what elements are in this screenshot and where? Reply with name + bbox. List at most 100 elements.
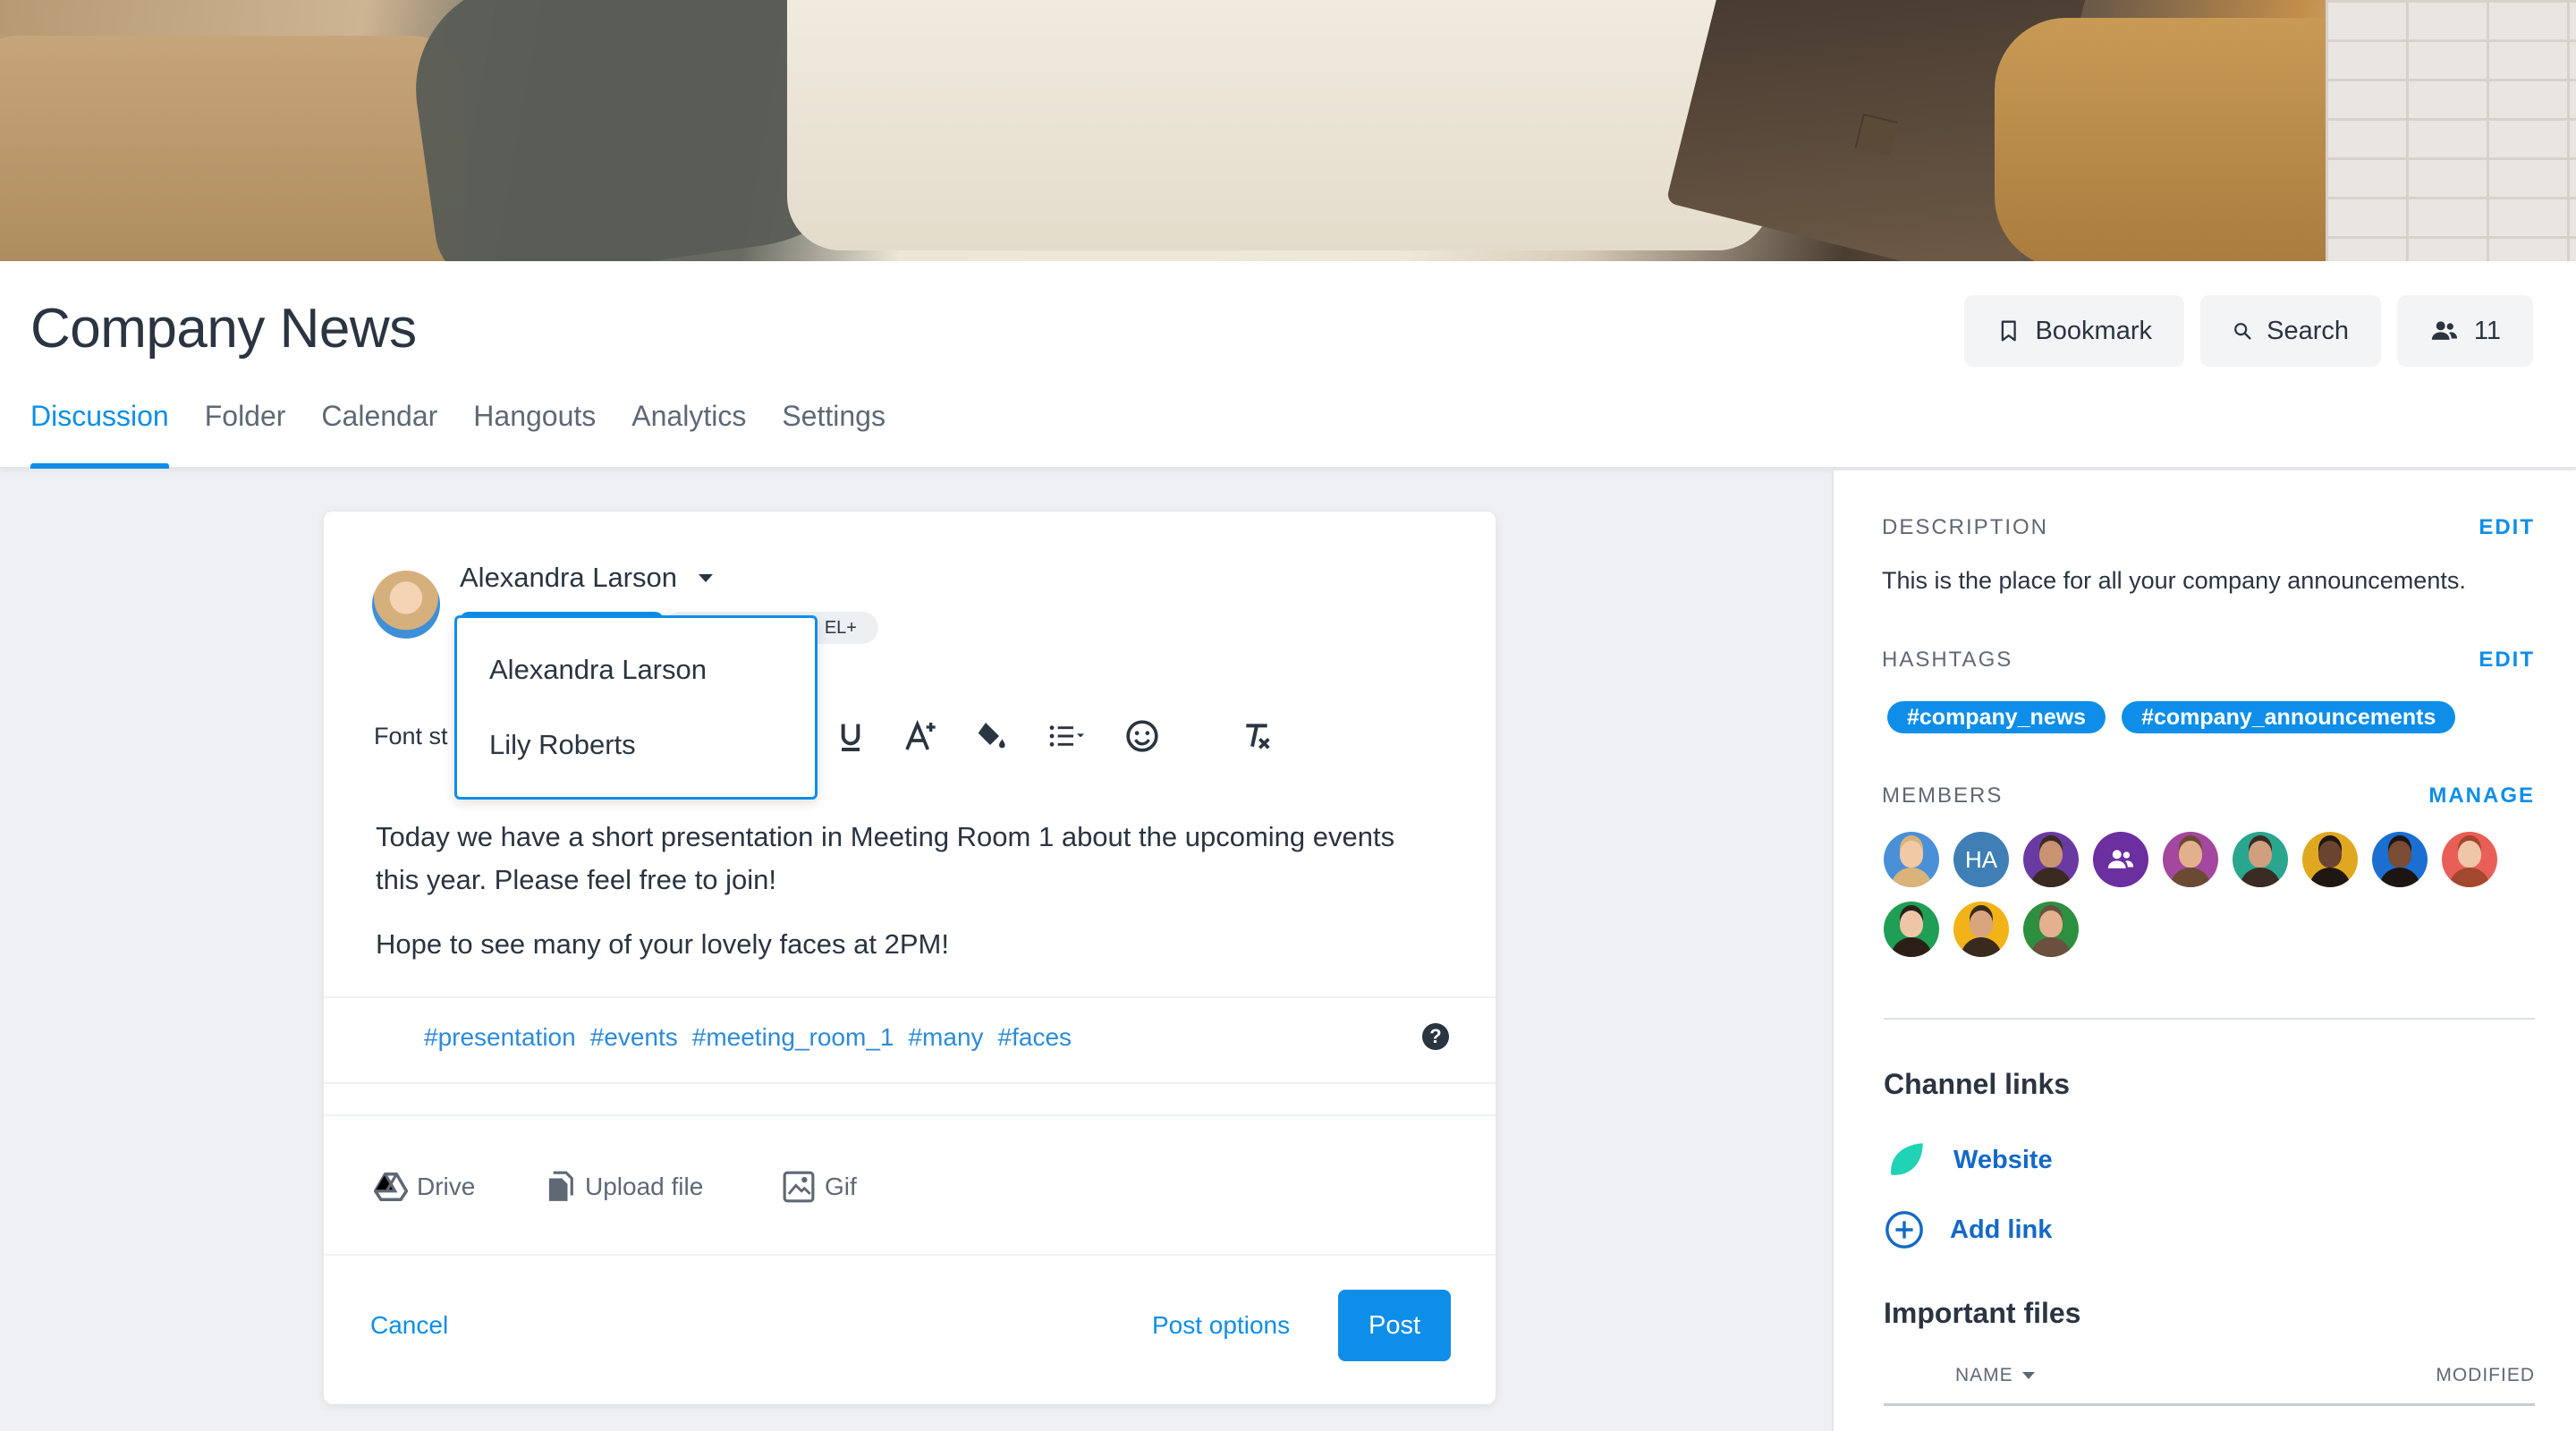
group-icon — [2107, 850, 2134, 868]
emoji-button[interactable] — [1107, 707, 1177, 766]
members-heading: MEMBERS — [1882, 783, 2004, 808]
hashtag[interactable]: #meeting_room_1 — [692, 1023, 894, 1052]
member-avatar[interactable] — [2023, 832, 2079, 887]
drive-label: Drive — [417, 1173, 476, 1200]
gif-icon — [783, 1171, 815, 1203]
gif-label: Gif — [825, 1173, 857, 1200]
message-paragraph-2[interactable]: Hope to see many of your lovely faces at… — [376, 923, 1413, 966]
tab-calendar[interactable]: Calendar — [321, 395, 437, 469]
page-title: Company News — [30, 298, 417, 360]
member-avatar[interactable] — [1884, 832, 1939, 887]
hashtag[interactable]: #many — [908, 1023, 983, 1052]
underline-button[interactable] — [816, 707, 886, 766]
description-heading: DESCRIPTION — [1882, 515, 2049, 539]
hashtag[interactable]: #presentation — [424, 1023, 576, 1052]
search-button[interactable]: Search — [2200, 295, 2381, 367]
people-icon — [2431, 321, 2458, 340]
list-icon — [1049, 725, 1084, 747]
channel-info-sidebar: DESCRIPTION EDIT This is the place for a… — [1832, 470, 2576, 1431]
name-column-header[interactable]: NAME — [1955, 1365, 2035, 1386]
channel-banner-image — [0, 0, 2576, 261]
add-link-label: Add link — [1950, 1215, 2053, 1244]
website-link[interactable]: Website — [1884, 1138, 2053, 1182]
file-upload-icon — [548, 1171, 573, 1201]
author-name: Alexandra Larson — [460, 562, 677, 593]
help-icon[interactable]: ? — [1422, 1023, 1449, 1050]
hashtag[interactable]: #events — [590, 1023, 678, 1052]
website-favicon-icon — [1891, 1143, 1923, 1175]
search-icon — [2234, 323, 2251, 340]
clear-format-icon — [1246, 724, 1270, 749]
post-button[interactable]: Post — [1338, 1290, 1451, 1361]
message-paragraph-1[interactable]: Today we have a short presentation in Me… — [376, 816, 1413, 902]
search-label: Search — [2267, 316, 2349, 345]
paint-bucket-icon — [978, 723, 1005, 749]
drive-button[interactable]: Drive — [374, 1170, 475, 1204]
member-avatar[interactable] — [2023, 902, 2079, 957]
member-avatar[interactable] — [2302, 832, 2358, 887]
member-avatar[interactable] — [2372, 832, 2428, 887]
modified-column-header[interactable]: MODIFIED — [2436, 1365, 2535, 1386]
dropdown-option[interactable]: Alexandra Larson — [489, 654, 707, 686]
member-avatar[interactable] — [2163, 832, 2218, 887]
edit-description-button[interactable]: EDIT — [2479, 515, 2535, 540]
files-table-header: NAME MODIFIED — [1884, 1365, 2535, 1406]
post-options-button[interactable]: Post options — [1152, 1311, 1290, 1340]
author-avatar — [372, 571, 440, 639]
description-text: This is the place for all your company a… — [1882, 567, 2466, 594]
tab-analytics[interactable]: Analytics — [631, 395, 746, 469]
member-avatar[interactable] — [2093, 832, 2148, 887]
attachments-bar: Drive Upload file Gif — [324, 1114, 1496, 1256]
smiley-icon — [1126, 720, 1158, 752]
hashtag-chip[interactable]: #company_news — [1887, 701, 2106, 733]
font-size-icon — [905, 719, 936, 750]
upload-file-label: Upload file — [585, 1173, 704, 1200]
underline-icon — [841, 724, 860, 751]
members-count: 11 — [2473, 316, 2501, 345]
plus-circle-icon — [1885, 1211, 1923, 1249]
hashtag[interactable]: #faces — [998, 1023, 1072, 1052]
manage-members-button[interactable]: MANAGE — [2428, 783, 2535, 809]
cancel-button[interactable]: Cancel — [370, 1311, 448, 1340]
divider — [1884, 1018, 2535, 1020]
channel-header: Company News Bookmark Search 11 Discussi… — [0, 261, 2576, 469]
name-column-label: NAME — [1955, 1365, 2013, 1385]
tab-settings[interactable]: Settings — [782, 395, 886, 469]
fill-color-button[interactable] — [955, 707, 1025, 766]
gif-button[interactable]: Gif — [782, 1170, 857, 1204]
caret-down-icon — [699, 573, 713, 582]
hashtag-chip[interactable]: #company_announcements — [2122, 701, 2456, 733]
clear-format-button[interactable] — [1222, 707, 1292, 766]
channel-tabs: Discussion Folder Calendar Hangouts Anal… — [30, 395, 886, 469]
bookmark-button[interactable]: Bookmark — [1964, 295, 2184, 367]
tab-discussion[interactable]: Discussion — [30, 395, 169, 469]
author-selector[interactable]: Alexandra Larson — [460, 562, 713, 594]
member-avatar[interactable] — [2442, 832, 2497, 887]
edit-hashtags-button[interactable]: EDIT — [2479, 648, 2535, 673]
hashtags-heading: HASHTAGS — [1882, 648, 2013, 672]
sort-caret-icon — [2021, 1372, 2035, 1379]
font-size-button[interactable] — [886, 707, 955, 766]
bookmark-label: Bookmark — [2035, 316, 2152, 345]
dropdown-option[interactable]: Lily Roberts — [489, 729, 636, 761]
upload-file-button[interactable]: Upload file — [542, 1170, 703, 1204]
member-avatar[interactable] — [1953, 902, 2009, 957]
formatting-toolbar — [816, 707, 1292, 766]
important-files-title: Important files — [1884, 1297, 2081, 1329]
member-avatar[interactable] — [2233, 832, 2288, 887]
tab-folder[interactable]: Folder — [205, 395, 286, 469]
font-style-dropdown[interactable]: Font st — [374, 723, 448, 750]
list-button[interactable] — [1025, 707, 1107, 766]
member-avatar[interactable] — [1884, 902, 1939, 957]
member-avatar[interactable]: HA — [1953, 832, 2009, 887]
member-avatars: HA — [1884, 832, 2528, 957]
post-hashtags-bar: #presentation #events #meeting_room_1 #m… — [324, 996, 1496, 1084]
website-link-label: Website — [1953, 1145, 2053, 1174]
add-link-button[interactable]: Add link — [1884, 1209, 2052, 1250]
drive-icon — [374, 1173, 408, 1201]
members-count-button[interactable]: 11 — [2397, 295, 2533, 367]
tab-hangouts[interactable]: Hangouts — [473, 395, 596, 469]
hashtag-chips: #company_news #company_announcements — [1887, 701, 2456, 733]
channel-links-title: Channel links — [1884, 1068, 2071, 1100]
author-dropdown-menu: Alexandra Larson Lily Roberts — [454, 615, 818, 800]
